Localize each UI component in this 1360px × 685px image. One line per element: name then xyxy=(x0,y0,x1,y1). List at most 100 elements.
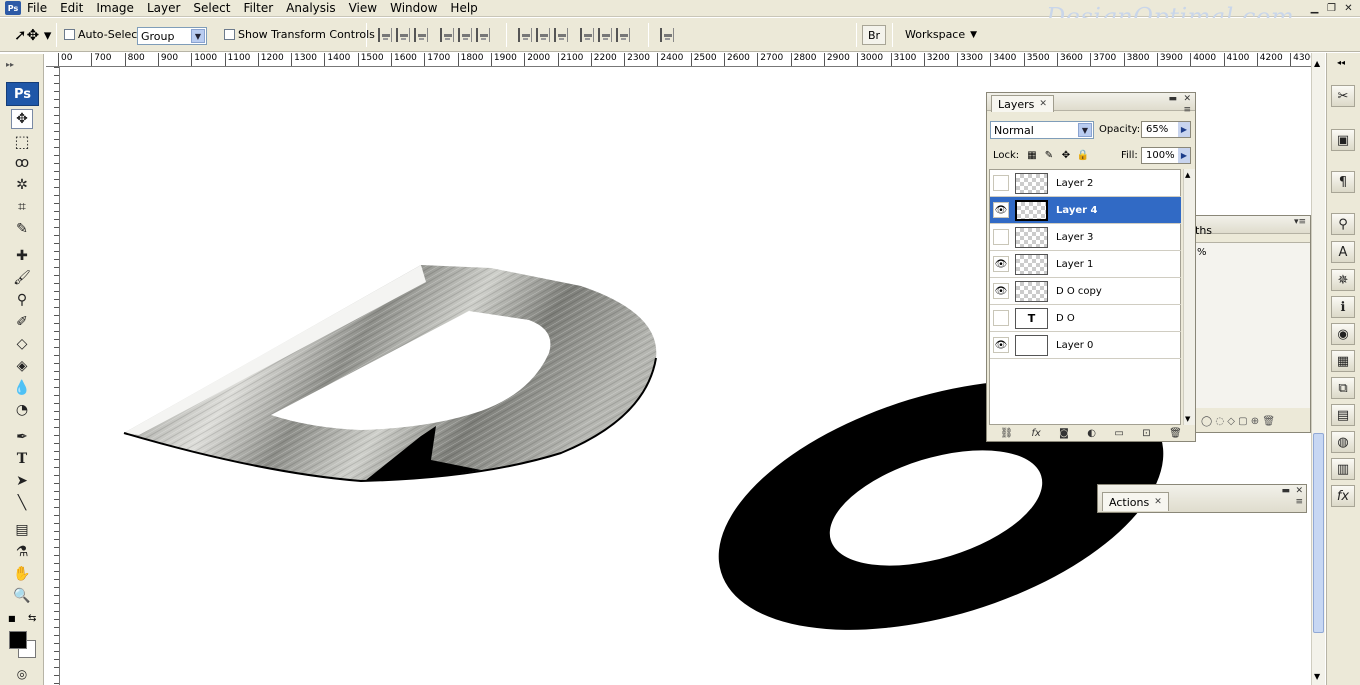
show-transform-checkbox[interactable] xyxy=(224,29,235,40)
brush-tool-icon[interactable]: 🖌 xyxy=(11,268,33,288)
close-icon[interactable]: ✕ xyxy=(1295,486,1303,496)
dodge-tool-icon[interactable]: ◔ xyxy=(11,400,33,420)
close-icon[interactable]: ✕ xyxy=(1154,497,1162,507)
collapse-arrows-icon[interactable]: ▸▸ xyxy=(6,60,14,69)
adjustment-layer-icon[interactable]: ◐ xyxy=(1087,428,1096,439)
notes-tool-icon[interactable]: ▤ xyxy=(11,520,33,540)
canvas-vertical-scrollbar[interactable]: ▲ ▼ xyxy=(1311,53,1325,685)
channels-icon[interactable]: ◍ xyxy=(1331,431,1355,453)
clone-stamp-tool-icon[interactable]: ⚲ xyxy=(11,290,33,310)
paragraph-icon[interactable]: ¶ xyxy=(1331,171,1355,193)
close-icon[interactable]: ✕ xyxy=(1183,94,1191,104)
move-tool-preset-icon[interactable]: ➚✥ ▾ xyxy=(14,26,51,44)
visibility-toggle[interactable] xyxy=(993,310,1009,326)
menu-select[interactable]: Select xyxy=(187,0,237,17)
tool-presets-icon[interactable]: ✂ xyxy=(1331,85,1355,107)
collapse-arrows-icon[interactable]: ◂◂ xyxy=(1337,58,1345,67)
lock-all-icon[interactable]: 🔒 xyxy=(1077,149,1089,161)
blur-tool-icon[interactable]: 💧 xyxy=(11,378,33,398)
chevron-right-icon[interactable]: ▶ xyxy=(1178,148,1190,163)
fill-input[interactable]: 100% ▶ xyxy=(1141,147,1191,164)
minimize-icon[interactable]: ▬ xyxy=(1168,94,1177,104)
auto-select-checkbox[interactable] xyxy=(64,29,75,40)
align-left-icon[interactable] xyxy=(440,28,454,42)
menu-edit[interactable]: Edit xyxy=(54,0,90,17)
close-icon[interactable]: ✕ xyxy=(1039,99,1047,109)
workspace-button[interactable]: Workspace ▼ xyxy=(905,28,977,41)
info-icon[interactable]: ℹ xyxy=(1331,296,1355,318)
scroll-up-icon[interactable]: ▲ xyxy=(1185,171,1190,179)
clone-source-icon[interactable]: ⚲ xyxy=(1331,213,1355,235)
panel-menu-icon[interactable]: ≡ xyxy=(1183,105,1191,115)
navigator-icon[interactable]: ▣ xyxy=(1331,129,1355,151)
opacity-input[interactable]: 65% ▶ xyxy=(1141,121,1191,138)
eye-icon[interactable]: 👁 xyxy=(993,256,1009,272)
distribute-top-icon[interactable] xyxy=(518,28,532,42)
line-tool-icon[interactable]: ╲ xyxy=(11,493,33,513)
marquee-tool-icon[interactable]: ⬚ xyxy=(11,131,33,151)
minimize-icon[interactable]: ▁ xyxy=(1307,1,1322,15)
align-hcenter-icon[interactable] xyxy=(458,28,472,42)
chevron-right-icon[interactable]: ▶ xyxy=(1178,122,1190,137)
layer-list-scrollbar[interactable]: ▲ ▼ xyxy=(1183,169,1195,425)
panel-menu-icon[interactable]: ▾≡ xyxy=(1294,217,1306,227)
menu-layer[interactable]: Layer xyxy=(141,0,187,17)
align-right-icon[interactable] xyxy=(476,28,490,42)
type-tool-icon[interactable]: T xyxy=(11,449,33,469)
tab-actions[interactable]: Actions ✕ xyxy=(1102,492,1169,511)
auto-align-icon[interactable] xyxy=(658,28,676,42)
layer-row[interactable]: 👁 Layer 1 xyxy=(990,251,1181,278)
styles-icon[interactable]: ⧉ xyxy=(1331,377,1355,399)
crop-tool-icon[interactable]: ⌗ xyxy=(11,197,33,217)
auto-select-dropdown[interactable]: Group ▼ xyxy=(137,27,207,45)
layer-row[interactable]: 👁 Layer 0 xyxy=(990,332,1181,359)
lock-position-icon[interactable]: ✥ xyxy=(1060,149,1072,161)
layer-row[interactable]: T D O xyxy=(990,305,1181,332)
brushes-icon[interactable]: ✵ xyxy=(1331,269,1355,291)
menu-window[interactable]: Window xyxy=(384,0,444,17)
swap-colors-icon[interactable]: ⇆ xyxy=(28,613,36,624)
distribute-bottom-icon[interactable] xyxy=(554,28,568,42)
eye-icon[interactable]: 👁 xyxy=(993,283,1009,299)
menu-image[interactable]: Image xyxy=(90,0,141,17)
visibility-toggle[interactable] xyxy=(993,229,1009,245)
eye-icon[interactable]: 👁 xyxy=(993,337,1009,353)
panel-menu-icon[interactable]: ≡ xyxy=(1295,497,1303,507)
menu-file[interactable]: File xyxy=(21,0,54,17)
link-layers-icon[interactable]: ⛓ xyxy=(1000,428,1013,439)
paint-bucket-tool-icon[interactable]: ◈ xyxy=(11,356,33,376)
eyedropper-tool-icon[interactable]: ⚗ xyxy=(11,542,33,562)
blend-mode-dropdown[interactable]: Normal ▼ xyxy=(990,121,1094,139)
scroll-up-icon[interactable]: ▲ xyxy=(1314,59,1320,68)
lock-transparency-icon[interactable]: ▦ xyxy=(1026,149,1038,161)
swatches-icon[interactable]: ▦ xyxy=(1331,350,1355,372)
layer-row[interactable]: 👁 D O copy xyxy=(990,278,1181,305)
new-layer-icon[interactable]: ⊡ xyxy=(1142,428,1150,439)
move-tool-icon[interactable]: ✥ xyxy=(11,109,33,129)
distribute-hcenter-icon[interactable] xyxy=(598,28,612,42)
layer-row[interactable]: 👁 Layer 4 xyxy=(990,197,1181,224)
layer-style-icon[interactable]: fx xyxy=(1031,428,1040,439)
layer-row[interactable]: Layer 2 xyxy=(990,170,1181,197)
pen-tool-icon[interactable]: ✒ xyxy=(11,427,33,447)
slice-tool-icon[interactable]: ✎ xyxy=(11,219,33,239)
zoom-tool-icon[interactable]: 🔍 xyxy=(11,586,33,606)
lock-pixels-icon[interactable]: ✎ xyxy=(1043,149,1055,161)
layer-row[interactable]: Layer 3 xyxy=(990,224,1181,251)
align-top-icon[interactable] xyxy=(378,28,392,42)
foreground-color-swatch[interactable] xyxy=(9,631,27,649)
healing-brush-tool-icon[interactable]: ✚ xyxy=(11,246,33,266)
visibility-toggle[interactable] xyxy=(993,175,1009,191)
menu-analysis[interactable]: Analysis xyxy=(280,0,342,17)
menu-view[interactable]: View xyxy=(343,0,384,17)
menu-help[interactable]: Help xyxy=(444,0,484,17)
adjustments-icon[interactable]: ▥ xyxy=(1331,458,1355,480)
distribute-vcenter-icon[interactable] xyxy=(536,28,550,42)
path-selection-tool-icon[interactable]: ➤ xyxy=(11,471,33,491)
close-icon[interactable]: ✕ xyxy=(1341,1,1356,15)
bridge-icon[interactable]: Br xyxy=(862,25,886,45)
photoshop-app-icon[interactable]: Ps xyxy=(5,1,21,15)
minimize-icon[interactable]: ▬ xyxy=(1281,486,1290,496)
quick-mask-icon[interactable]: ◎ xyxy=(11,664,33,684)
new-group-icon[interactable]: ▭ xyxy=(1114,428,1123,439)
